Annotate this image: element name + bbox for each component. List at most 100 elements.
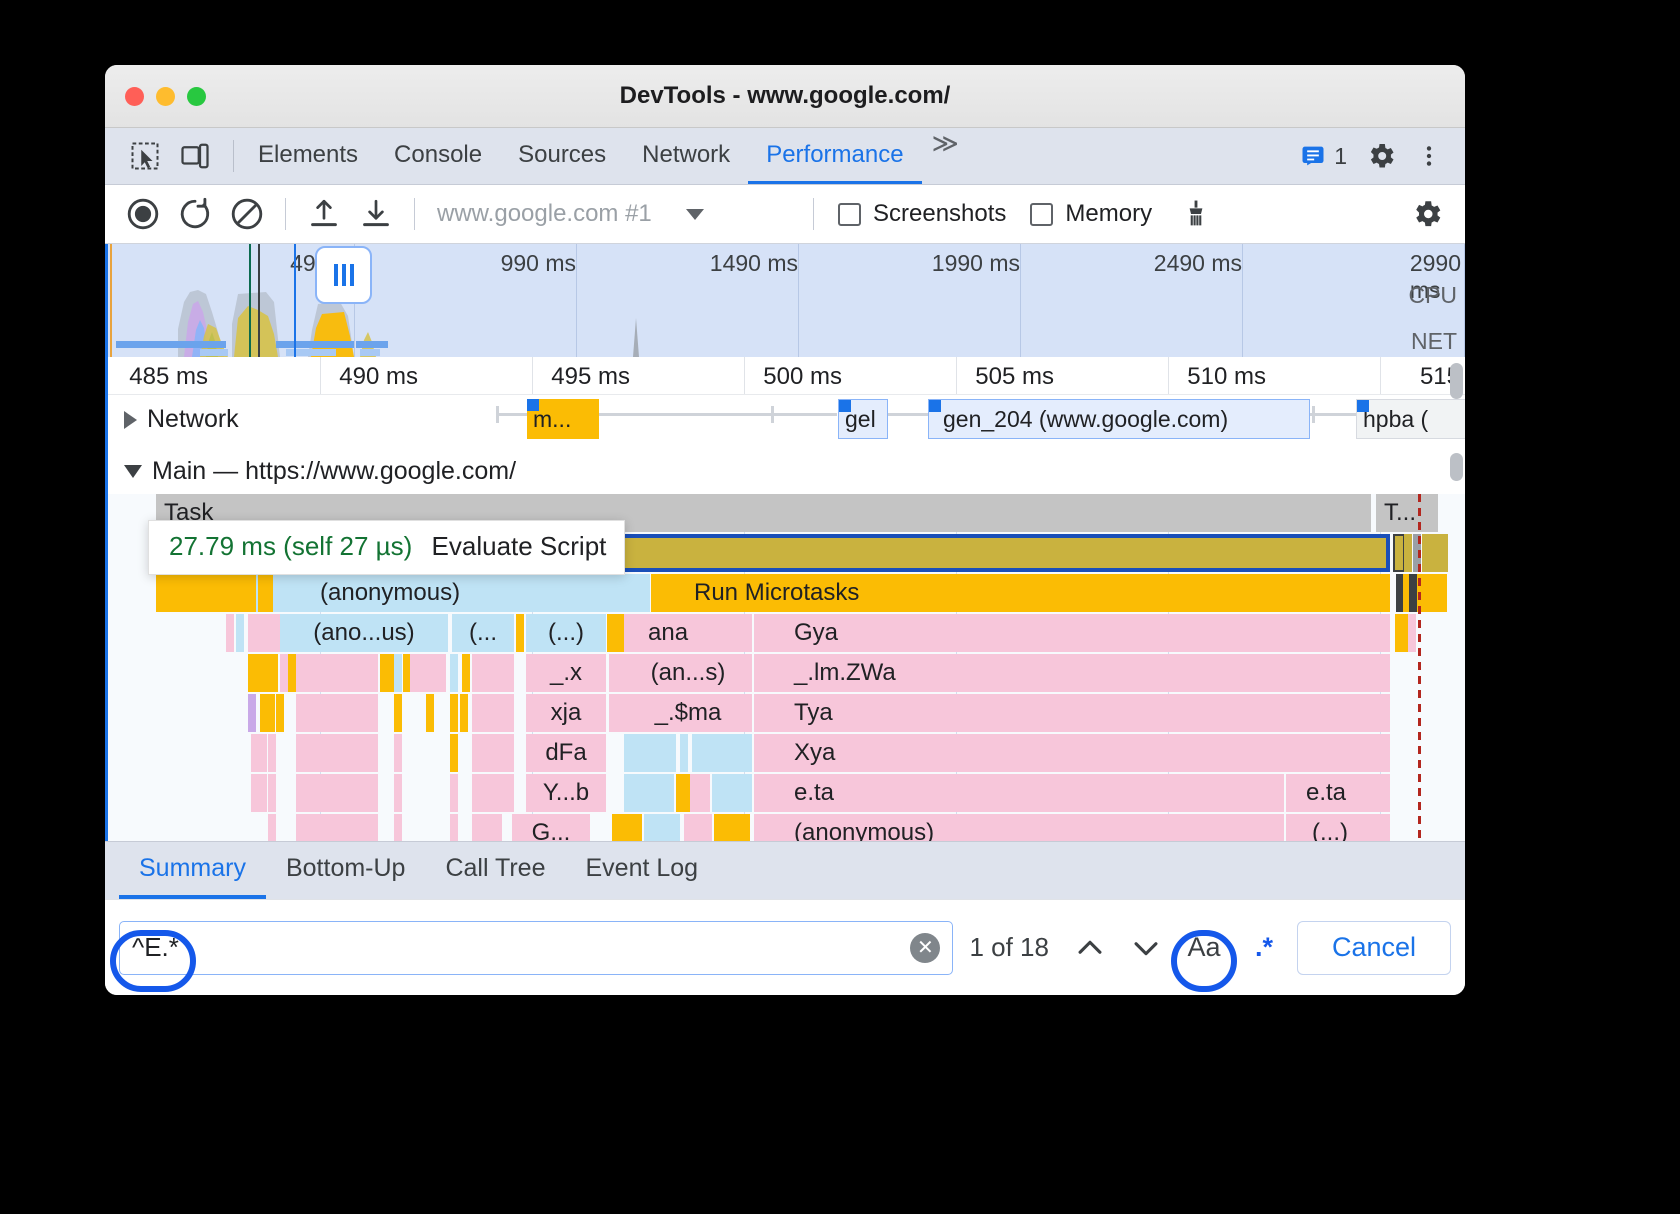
flame-bar[interactable] [472, 734, 514, 772]
flame-bar[interactable] [690, 774, 710, 812]
flame-bar[interactable]: Tya [754, 694, 1390, 732]
flame-bar[interactable] [450, 694, 458, 732]
flame-bar[interactable] [394, 694, 402, 732]
flame-bar[interactable] [296, 734, 378, 772]
search-next-button[interactable] [1121, 923, 1171, 973]
tab-summary[interactable]: Summary [119, 842, 266, 899]
timeline-overview[interactable]: 490 m 990 ms 1490 ms 1990 ms 2490 ms 299… [105, 244, 1465, 357]
screenshots-checkbox[interactable]: Screenshots [828, 200, 1016, 228]
flame-bar[interactable]: G... [512, 814, 590, 841]
flame-bar[interactable] [714, 814, 750, 841]
flame-bar[interactable] [472, 654, 514, 692]
flame-bar[interactable] [296, 814, 378, 841]
flame-bar[interactable] [1404, 534, 1412, 572]
issues-badge[interactable]: 1 [1291, 142, 1355, 170]
flame-bar[interactable] [692, 734, 752, 772]
tab-network[interactable]: Network [624, 128, 748, 184]
network-request-chip[interactable]: gen_204 (www.google.com) [928, 399, 1310, 439]
flame-bar[interactable] [462, 654, 470, 692]
flame-bar[interactable] [259, 774, 267, 812]
record-button[interactable] [119, 191, 167, 237]
flame-bar[interactable] [472, 774, 514, 812]
network-request-chip[interactable]: gel [838, 399, 888, 439]
flame-bar[interactable] [267, 694, 275, 732]
tab-event-log[interactable]: Event Log [566, 842, 719, 899]
flame-bar[interactable] [680, 734, 688, 772]
tab-call-tree[interactable]: Call Tree [425, 842, 565, 899]
flame-bar[interactable] [450, 814, 458, 841]
close-window-button[interactable] [125, 87, 144, 106]
flame-bar[interactable] [692, 814, 712, 841]
flame-bar[interactable] [616, 654, 624, 692]
flame-chart-area[interactable]: 485 ms 490 ms 495 ms 500 ms 505 ms 510 m… [105, 357, 1465, 841]
flame-bar[interactable]: e.ta [1286, 774, 1390, 812]
kebab-menu-icon[interactable] [1407, 134, 1451, 178]
flame-bar[interactable] [296, 654, 378, 692]
flame-scrollbar-thumb-top[interactable] [1450, 363, 1463, 399]
flame-bar[interactable] [268, 734, 276, 772]
flame-bar[interactable] [450, 774, 458, 812]
flame-bar[interactable]: (anonymous) [282, 574, 650, 612]
device-toolbar-icon[interactable] [173, 134, 217, 178]
flame-scrollbar-thumb[interactable] [1450, 453, 1463, 481]
flame-bar[interactable] [426, 694, 434, 732]
flame-bar[interactable] [268, 814, 276, 841]
flame-bar[interactable] [394, 774, 402, 812]
flame-bar[interactable]: _.lm.ZWa [754, 654, 1390, 692]
flame-bar[interactable] [684, 814, 692, 841]
main-track-header[interactable]: Main — https://www.google.com/ [108, 447, 1465, 494]
flame-bar[interactable]: Xya [754, 734, 1390, 772]
flame-bar[interactable] [450, 654, 458, 692]
flame-bar[interactable] [296, 774, 378, 812]
session-selector[interactable]: www.google.com #1 [429, 200, 799, 228]
gear-icon[interactable] [1359, 134, 1403, 178]
tab-sources[interactable]: Sources [500, 128, 624, 184]
flame-chart-rows[interactable]: Task T... Evaluate Script (anonymous) Ru [108, 494, 1465, 841]
more-tabs-icon[interactable]: ≫ [922, 128, 969, 184]
maximize-window-button[interactable] [187, 87, 206, 106]
regex-button[interactable]: .* [1237, 921, 1291, 975]
overview-time-range-selector[interactable] [315, 246, 372, 304]
flame-bar[interactable]: ana [624, 614, 752, 652]
network-request-chip[interactable]: hpba ( [1356, 399, 1465, 439]
flame-bar[interactable] [156, 574, 256, 612]
match-case-button[interactable]: Aa [1177, 921, 1231, 975]
flame-bar[interactable]: dFa [526, 734, 606, 772]
flame-bar[interactable] [248, 654, 278, 692]
flame-bar[interactable] [268, 774, 276, 812]
flame-bar[interactable]: _.x [526, 654, 606, 692]
flame-bar[interactable]: T... [1376, 494, 1438, 532]
flame-bar[interactable] [460, 694, 468, 732]
flame-bar[interactable]: Run Microtasks [651, 574, 1390, 612]
flame-bar[interactable]: (...) [526, 614, 606, 652]
flame-bar[interactable] [612, 814, 642, 841]
flame-bar[interactable] [296, 694, 378, 732]
flame-bar[interactable]: e.ta [754, 774, 1284, 812]
flame-bar[interactable] [226, 614, 234, 652]
capture-settings-gear-icon[interactable] [1403, 191, 1451, 237]
flame-bar[interactable] [1422, 534, 1448, 572]
flame-bar[interactable]: (...) [1286, 814, 1390, 841]
reload-and-record-button[interactable] [171, 191, 219, 237]
flame-bar[interactable] [616, 694, 624, 732]
flame-bar[interactable] [251, 774, 259, 812]
flame-bar[interactable]: (an...s) [624, 654, 752, 692]
memory-checkbox[interactable]: Memory [1020, 200, 1162, 228]
flame-bar[interactable] [624, 774, 674, 812]
flame-bar[interactable] [410, 654, 446, 692]
flame-bar[interactable] [280, 654, 288, 692]
flame-bar[interactable] [1417, 574, 1447, 612]
flame-bar[interactable]: _.$ma [624, 694, 752, 732]
flame-bar[interactable] [259, 734, 267, 772]
flame-bar[interactable] [251, 734, 259, 772]
tab-bottom-up[interactable]: Bottom-Up [266, 842, 425, 899]
tab-elements[interactable]: Elements [240, 128, 376, 184]
inspect-element-icon[interactable] [123, 134, 167, 178]
flame-bar[interactable] [394, 814, 402, 841]
flame-bar[interactable] [394, 734, 402, 772]
flame-bar[interactable] [265, 574, 273, 612]
flame-bar[interactable]: (ano...us) [280, 614, 448, 652]
download-profile-button[interactable] [352, 191, 400, 237]
tab-performance[interactable]: Performance [748, 128, 921, 184]
minimize-window-button[interactable] [156, 87, 175, 106]
